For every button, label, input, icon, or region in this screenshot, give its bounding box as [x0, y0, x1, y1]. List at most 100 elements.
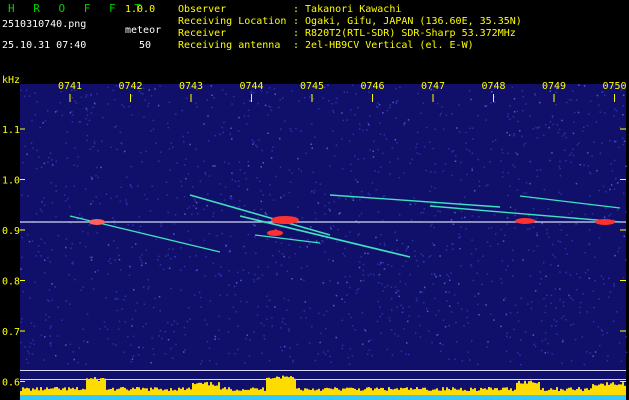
power-bar — [528, 381, 530, 395]
power-bar — [470, 387, 472, 395]
power-bar — [76, 387, 78, 395]
power-bar — [586, 388, 588, 395]
power-bar — [344, 388, 346, 395]
frequency-label: 1.1 — [2, 125, 20, 136]
power-bar — [420, 389, 422, 395]
power-bar — [52, 388, 54, 395]
time-label: 0744 — [239, 81, 263, 92]
unit-label: kHz — [2, 75, 20, 86]
info-key: Receiving Location — [178, 16, 287, 27]
power-bar — [120, 387, 122, 395]
power-bar — [582, 391, 584, 395]
power-bar — [340, 390, 342, 395]
power-bar — [560, 388, 562, 395]
power-bar — [38, 390, 40, 395]
power-bar — [202, 383, 204, 395]
power-bar — [314, 390, 316, 395]
power-bar — [268, 377, 270, 395]
power-bar — [482, 388, 484, 395]
power-bar — [624, 385, 626, 395]
time-label: 0746 — [360, 81, 384, 92]
power-bar — [508, 389, 510, 395]
power-bar — [506, 387, 508, 395]
power-bar — [488, 387, 490, 395]
spectrogram-plot: kHz 0741 0742 0743 0744 0745 0746 0747 0748 0749… — [0, 70, 629, 400]
power-bar — [36, 387, 38, 395]
power-bar — [574, 390, 576, 395]
power-bar — [492, 389, 494, 395]
power-bar — [416, 387, 418, 395]
power-bar — [534, 382, 536, 395]
power-bar — [446, 387, 448, 395]
power-bar — [324, 388, 326, 395]
power-bar — [392, 389, 394, 395]
power-bar — [42, 390, 44, 395]
power-bar — [326, 387, 328, 395]
power-bar — [146, 388, 148, 395]
time-label: 0741 — [58, 81, 82, 92]
power-bar — [278, 377, 280, 395]
power-bar — [558, 391, 560, 395]
power-bar — [60, 389, 62, 395]
power-bar — [114, 390, 116, 395]
power-bar — [276, 376, 278, 395]
power-bar — [206, 382, 208, 395]
power-bar — [134, 388, 136, 395]
power-bar — [152, 389, 154, 395]
power-bar — [232, 390, 234, 395]
power-bar — [564, 390, 566, 395]
power-bar — [110, 389, 112, 395]
power-bar — [332, 389, 334, 395]
power-bar — [104, 378, 106, 395]
power-bar — [590, 388, 592, 395]
power-bar — [530, 380, 532, 395]
power-bar — [122, 387, 124, 395]
power-bar — [216, 385, 218, 395]
power-bar — [62, 388, 64, 395]
power-bar — [144, 388, 146, 395]
power-bar — [118, 388, 120, 395]
power-bar — [190, 389, 192, 395]
power-upper-line — [20, 370, 626, 371]
power-bar — [588, 390, 590, 395]
power-bar — [334, 387, 336, 395]
power-bar — [272, 378, 274, 395]
power-bar — [64, 387, 66, 395]
power-bar — [346, 387, 348, 395]
power-bar — [48, 389, 50, 395]
power-bar — [398, 389, 400, 395]
meteor-head — [515, 218, 535, 224]
power-bar — [422, 387, 424, 395]
power-bar — [70, 388, 72, 395]
power-bar — [256, 388, 258, 395]
power-bar — [132, 387, 134, 395]
power-bar — [88, 379, 90, 395]
power-bar — [622, 382, 624, 395]
power-bar — [106, 389, 108, 395]
power-bar — [130, 389, 132, 395]
power-bar — [258, 389, 260, 395]
power-bar — [148, 390, 150, 395]
power-bar — [252, 387, 254, 395]
power-bar — [222, 388, 224, 395]
info-row-observer: Observer: Takanori Kawachi — [178, 4, 522, 16]
power-bar — [610, 383, 612, 395]
power-bar — [606, 382, 608, 395]
power-bar — [418, 389, 420, 395]
power-bar — [484, 388, 486, 395]
power-bar — [552, 389, 554, 395]
power-bar — [158, 389, 160, 395]
power-bar — [442, 387, 444, 395]
power-bar — [176, 390, 178, 395]
power-bar — [394, 388, 396, 395]
power-bar — [30, 390, 32, 395]
time-label: 0745 — [300, 81, 324, 92]
power-bar — [494, 388, 496, 395]
power-bar — [518, 380, 520, 395]
power-bar — [182, 387, 184, 395]
power-bar — [160, 388, 162, 395]
frequency-label: 0.7 — [2, 327, 20, 338]
file-name: 2510310740.png — [2, 19, 87, 30]
power-bar — [224, 387, 226, 395]
power-lower-line — [20, 379, 626, 380]
